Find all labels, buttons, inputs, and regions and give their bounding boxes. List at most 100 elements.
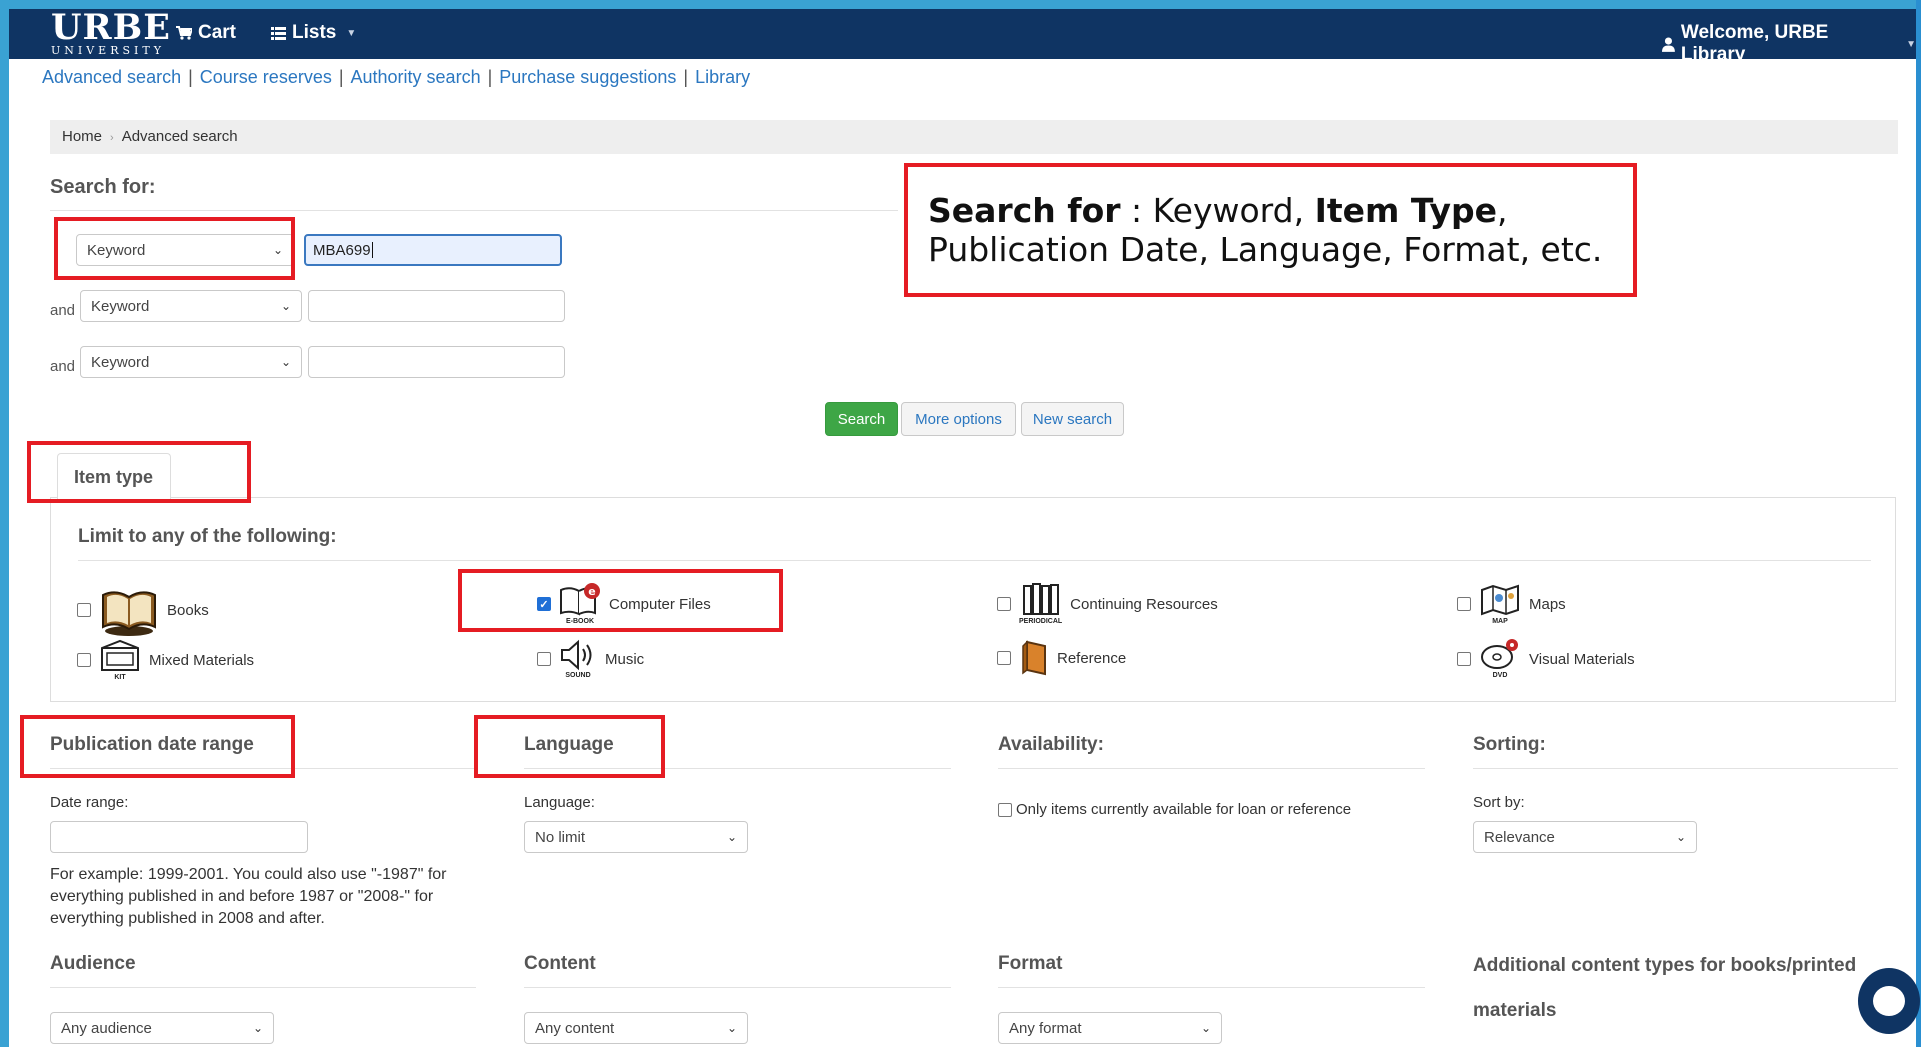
checkbox[interactable] [997, 597, 1011, 611]
map-icon: MAP [1479, 582, 1521, 626]
item-type-reference[interactable]: Reference [997, 640, 1126, 676]
language-select[interactable]: No limit ⌄ [524, 821, 748, 853]
highlight-box-language [474, 715, 665, 778]
highlight-box-publication-date [20, 715, 295, 778]
availability-heading: Availability: [998, 734, 1104, 755]
content-heading: Content [524, 953, 596, 974]
divider [1473, 768, 1898, 769]
book-icon [99, 583, 159, 637]
window-frame-right [1916, 0, 1921, 1047]
divider [50, 210, 898, 211]
window-frame-left [0, 0, 9, 1047]
item-label: Music [605, 650, 645, 668]
item-type-music[interactable]: SOUND Music [537, 638, 644, 680]
chat-icon [1873, 986, 1905, 1016]
checkbox[interactable] [997, 651, 1011, 665]
chevron-down-icon: ⌄ [280, 355, 291, 369]
item-label: Reference [1057, 649, 1127, 667]
date-range-help: For example: 1999-2001. You could also u… [50, 866, 447, 927]
top-navbar: URBE UNIVERSITY Cart Lists ▼ Welcome, UR… [9, 7, 1916, 65]
select-value: No limit [535, 828, 586, 846]
format-select[interactable]: Any format ⌄ [998, 1012, 1222, 1044]
date-range-input[interactable] [50, 821, 308, 853]
checkbox[interactable] [537, 652, 551, 666]
icon-caption: PERIODICAL [1019, 618, 1063, 625]
divider [998, 768, 1425, 769]
lists-menu[interactable]: Lists ▼ [271, 22, 356, 44]
lists-label: Lists [292, 22, 337, 43]
breadcrumb-current: Advanced search [121, 128, 238, 145]
limit-heading: Limit to any of the following: [78, 526, 337, 547]
sort-by-label: Sort by: [1473, 794, 1525, 811]
item-label: Continuing Resources [1070, 595, 1218, 613]
availability-option[interactable]: Only items currently available for loan … [998, 801, 1351, 818]
icon-caption: SOUND [565, 672, 591, 679]
logo-subtext: UNIVERSITY [51, 44, 165, 57]
user-menu[interactable]: Welcome, URBE Library ▼ [1662, 22, 1916, 66]
icon-caption: KIT [114, 674, 126, 681]
select-value: Keyword [91, 297, 150, 315]
checkbox[interactable] [77, 603, 91, 617]
cart-icon [176, 26, 192, 40]
cart-label: Cart [198, 22, 237, 43]
item-type-mixed-materials[interactable]: KIT Mixed Materials [77, 638, 254, 682]
divider [78, 560, 1871, 561]
more-options-button[interactable]: More options [901, 402, 1016, 436]
urbe-logo[interactable]: URBE UNIVERSITY [51, 7, 171, 57]
link-authority-search[interactable]: Authority search [351, 67, 481, 87]
chevron-down-icon: ⌄ [1675, 830, 1686, 844]
text-cursor [371, 242, 373, 258]
item-type-maps[interactable]: MAP Maps [1457, 582, 1566, 626]
item-label: Maps [1529, 595, 1566, 613]
top-links-bar: Advanced search | Course reserves | Authorit… [42, 67, 750, 88]
search-field-select-3[interactable]: Keyword ⌄ [80, 346, 302, 378]
search-input-3[interactable] [308, 346, 565, 378]
item-type-continuing-resources[interactable]: PERIODICAL Continuing Resources [997, 582, 1218, 626]
chevron-down-icon: ▼ [346, 27, 357, 39]
checkbox[interactable] [1457, 597, 1471, 611]
link-separator: | [683, 67, 689, 87]
search-input-2[interactable] [308, 290, 565, 322]
select-value: Any audience [61, 1019, 152, 1037]
cart-button[interactable]: Cart [176, 22, 236, 44]
annotation-callout: Search for : Keyword, Item Type, Publica… [904, 163, 1637, 297]
item-type-books[interactable]: Books [77, 583, 209, 637]
content-select[interactable]: Any content ⌄ [524, 1012, 748, 1044]
sorting-heading: Sorting: [1473, 734, 1546, 755]
user-icon [1662, 36, 1675, 52]
logo-text: URBE [51, 7, 171, 48]
search-input-1[interactable]: MBA699 [304, 234, 562, 266]
item-label: Mixed Materials [149, 651, 255, 669]
link-library[interactable]: Library [695, 67, 750, 87]
checkbox[interactable] [1457, 652, 1471, 666]
icon-caption: MAP [1492, 618, 1508, 625]
link-advanced-search[interactable]: Advanced search [42, 67, 181, 87]
breadcrumb: Home › Advanced search [50, 120, 1898, 154]
checkbox[interactable] [77, 653, 91, 667]
list-icon [271, 26, 286, 40]
link-course-reserves[interactable]: Course reserves [200, 67, 332, 87]
language-label: Language: [524, 794, 595, 811]
divider [524, 987, 951, 988]
chevron-down-icon: ⌄ [252, 1021, 263, 1035]
audience-select[interactable]: Any audience ⌄ [50, 1012, 274, 1044]
search-button[interactable]: Search [825, 402, 898, 436]
sort-by-select[interactable]: Relevance ⌄ [1473, 821, 1697, 853]
audience-heading: Audience [50, 953, 136, 974]
item-type-visual-materials[interactable]: DVD Visual Materials [1457, 638, 1635, 680]
link-purchase-suggestions[interactable]: Purchase suggestions [499, 67, 676, 87]
chat-widget-button[interactable] [1858, 968, 1920, 1034]
checkbox[interactable] [998, 802, 1012, 817]
chevron-down-icon: ⌄ [726, 830, 737, 844]
chevron-down-icon: ⌄ [726, 1021, 737, 1035]
icon-caption: DVD [1492, 672, 1508, 679]
divider [50, 987, 476, 988]
welcome-label: Welcome, URBE Library [1680, 22, 1829, 65]
callout-bold-2: Item Type [1314, 191, 1497, 230]
new-search-button[interactable]: New search [1021, 402, 1124, 436]
search-field-select-2[interactable]: Keyword ⌄ [80, 290, 302, 322]
link-separator: | [188, 67, 193, 87]
breadcrumb-home[interactable]: Home [62, 128, 102, 145]
highlight-box-computer-files [458, 569, 783, 632]
kit-icon: KIT [99, 638, 141, 682]
